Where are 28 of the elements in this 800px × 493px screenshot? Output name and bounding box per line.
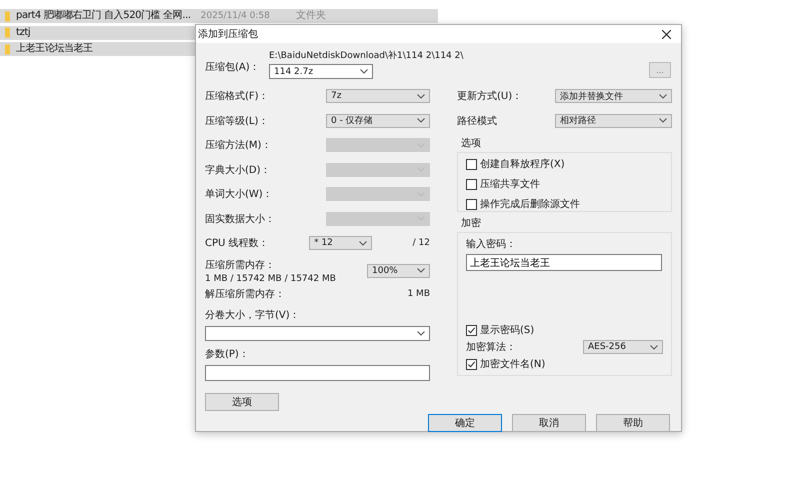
field-label: 固实数据大小： xyxy=(205,212,275,226)
field-label: 路径模式 xyxy=(457,114,498,128)
field-label: 输入密码： xyxy=(466,238,517,251)
field-label: 解压缩所需内存： xyxy=(205,288,285,300)
field-label: 加密算法： xyxy=(466,340,516,354)
field-label: 单词大小(W)： xyxy=(205,188,273,201)
file-date: 2025/11/4 0:58 xyxy=(200,10,270,23)
field-label: 压缩方法(M)： xyxy=(205,138,272,152)
file-name: tztj xyxy=(16,26,30,40)
memory-usage: 1 MB / 15742 MB / 15742 MB xyxy=(205,274,336,284)
file-name: part4 肥嘟嘟右卫门 自入520门槛 全网... xyxy=(16,9,191,23)
field-label: 参数(P)： xyxy=(205,348,250,360)
field-label: 压缩所需内存： xyxy=(205,258,276,272)
memory-value: 1 MB xyxy=(407,288,430,298)
window-title: 添加到压缩包 xyxy=(198,28,258,41)
field-label: CPU 线程数： xyxy=(205,236,269,250)
field-label: 压缩等级(L)： xyxy=(205,114,268,128)
field-label: 压缩格式(F)： xyxy=(205,90,269,103)
field-label: 字典大小(D)： xyxy=(205,164,271,176)
file-type: 文件夹 xyxy=(296,9,326,23)
archive-path: E:\BaiduNetdiskDownload\补1\114 2\114 2\ xyxy=(269,50,464,62)
file-name: 上老王论坛当老王 xyxy=(16,42,93,56)
group-title: 加密 xyxy=(461,216,482,230)
group-title: 选项 xyxy=(461,136,482,150)
archive-label: 压缩包(A)： xyxy=(205,60,261,74)
field-label: 更新方式(U)： xyxy=(457,90,524,103)
field-label: 分卷大小，字节(V)： xyxy=(205,308,301,322)
thread-total: / 12 xyxy=(412,238,430,248)
